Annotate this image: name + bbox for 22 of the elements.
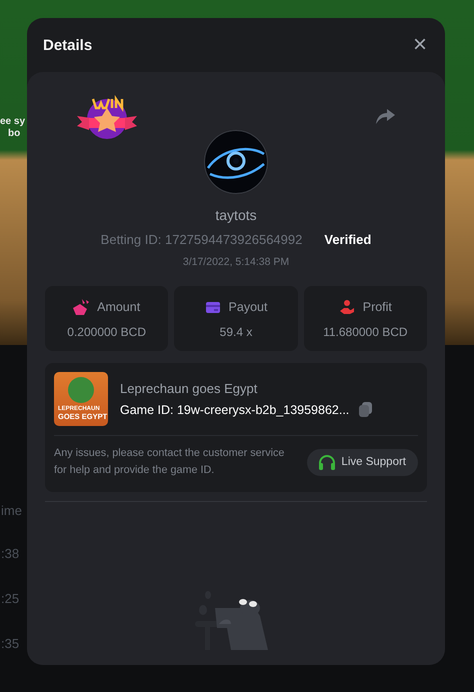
live-support-button[interactable]: Live Support xyxy=(307,448,418,476)
stat-label: Profit xyxy=(362,300,392,314)
stat-value: 11.680000 BCD xyxy=(323,324,408,338)
slot-text: ee sy xyxy=(0,116,26,127)
stat-value: 0.200000 BCD xyxy=(67,324,146,338)
game-name: Leprechaun goes Egypt xyxy=(120,381,258,396)
stat-label: Amount xyxy=(97,300,140,314)
time-cell: :38 xyxy=(1,546,20,561)
slot-text: bo xyxy=(8,128,20,139)
dialog-title: Details xyxy=(43,36,92,54)
help-text: Any issues, please contact the customer service for help and provide the game ID. xyxy=(54,446,286,478)
stat-label: Payout xyxy=(228,300,268,314)
verified-label: Verified xyxy=(324,232,372,247)
time-cell: :35 xyxy=(1,636,20,651)
game-id: Game ID: 19w-creerysx-b2b_13959862... xyxy=(120,402,350,416)
betting-id: Betting ID: 1727594473926564992 xyxy=(100,232,302,247)
time-cell: :25 xyxy=(1,591,20,606)
column-header: ime xyxy=(1,503,22,518)
username: taytots xyxy=(215,207,257,223)
stat-value: 59.4 x xyxy=(220,324,252,338)
close-button[interactable]: × xyxy=(410,33,429,57)
bet-date: 3/17/2022, 5:14:38 PM xyxy=(182,256,290,268)
